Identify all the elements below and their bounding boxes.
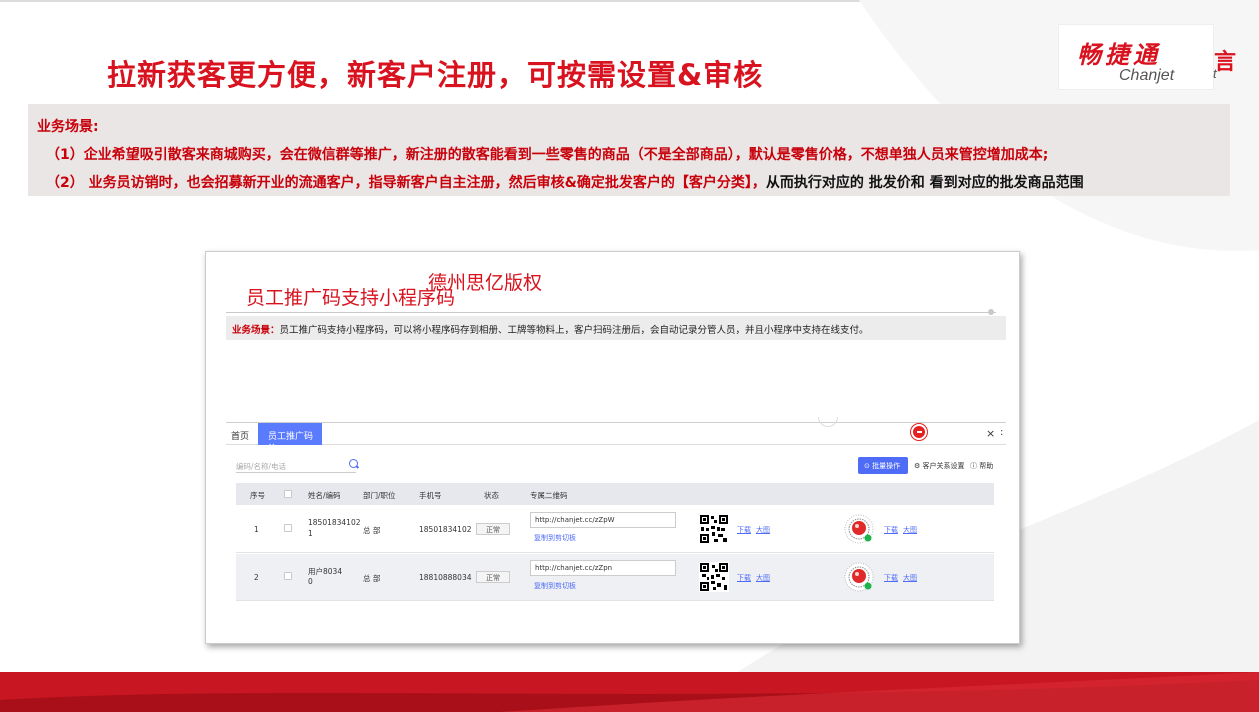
status-badge: 正常 <box>476 571 510 583</box>
slide-title: 拉新获客更方便，新客户注册，可按需设置&审核 <box>107 58 764 92</box>
help-icon: ⓘ <box>970 462 977 470</box>
logo-edge-fragment: 言 <box>1214 50 1237 75</box>
column-header-dept: 部门/职位 <box>363 491 396 500</box>
relation-settings-label: 客户关系设置 <box>922 462 965 470</box>
qr-large-link[interactable]: 大图 <box>756 525 770 535</box>
screenshot-scenario-text: 业务场景：员工推广码支持小程序码，可以将小程序码存到相册、工牌等物料上，客户扫码… <box>232 322 869 336</box>
logo-chinese-text: 畅捷通 <box>1077 40 1161 69</box>
help-link[interactable]: ⓘ 帮助 <box>970 461 993 471</box>
row-name-line1: 18501834102 <box>308 518 361 527</box>
row-phone: 18810888034 <box>419 573 472 582</box>
mini-program-code-icon <box>844 514 874 544</box>
slide: 拉新获客更方便，新客户注册，可按需设置&审核 畅捷通 Chanjet 言 t 业… <box>0 0 1259 712</box>
scenario-line-1: （1）企业希望吸引散客来商城购买，会在微信群等推广，新注册的散客能看到一些零售的… <box>46 147 1049 163</box>
row-dept: 总 部 <box>363 526 381 535</box>
search-icon[interactable] <box>349 459 358 468</box>
row-name-line2: 1 <box>308 529 313 538</box>
qr-code-icon <box>699 514 729 544</box>
promo-url-field[interactable]: http://chanjet.cc/zZpW <box>530 512 676 528</box>
table-row[interactable]: 2 用户8034 0 总 部 18810888034 正常 http://cha… <box>236 554 994 601</box>
customer-relation-settings-link[interactable]: ⚙ 客户关系设置 <box>914 461 965 471</box>
row-dept: 总 部 <box>363 574 381 583</box>
qr-code-icon <box>699 562 729 592</box>
mini-program-code-icon <box>844 562 874 592</box>
batch-operation-label: 批量操作 <box>872 462 901 470</box>
screenshot-title: 员工推广码支持小程序码 <box>246 287 456 309</box>
more-icon[interactable]: : <box>1000 427 1003 438</box>
screenshot-scenario-body: 员工推广码支持小程序码，可以将小程序码存到相册、工牌等物料上，客户扫码注册后，会… <box>279 325 869 336</box>
scenario-line-2-black: 从而执行对应的 批发价和 看到对应的批发商品范围 <box>765 175 1084 191</box>
tab-bar: 首页 员工推广码 × × : <box>226 417 1006 452</box>
row-name-line1: 用户8034 <box>308 567 343 576</box>
tab-home[interactable]: 首页 <box>231 429 249 442</box>
status-badge: 正常 <box>476 523 510 535</box>
title-underline <box>226 312 996 313</box>
mini-large-link[interactable]: 大图 <box>903 525 917 535</box>
embedded-screenshot: 员工推广码支持小程序码 德州思亿版权 业务场景：员工推广码支持小程序码，可以将小… <box>205 251 1020 644</box>
minimize-badge-icon[interactable] <box>911 424 927 440</box>
scenario-line-2: （2） 业务员访销时，也会招募新开业的流通客户，指导新客户自主注册，然后审核&确… <box>46 172 1084 192</box>
qr-download-link[interactable]: 下载 <box>737 573 751 583</box>
scenario-line-2-red: （2） 业务员访销时，也会招募新开业的流通客户，指导新客户自主注册，然后审核&确… <box>46 175 766 191</box>
mini-large-link[interactable]: 大图 <box>903 573 917 583</box>
close-tab-icon[interactable]: × <box>986 427 995 440</box>
promo-url-field[interactable]: http://chanjet.cc/zZpn <box>530 560 676 576</box>
row-name-line2: 0 <box>308 577 313 586</box>
qr-large-link[interactable]: 大图 <box>756 573 770 583</box>
row-checkbox[interactable] <box>284 572 292 580</box>
batch-operation-button[interactable]: ⊙ 批量操作 <box>858 457 908 474</box>
bottom-red-band <box>0 672 1259 712</box>
tab-bar-decoration <box>818 417 838 427</box>
table-row[interactable]: 1 18501834102 1 总 部 18501834102 正常 http:… <box>236 506 994 553</box>
mini-download-link[interactable]: 下载 <box>884 525 898 535</box>
column-header-index: 序号 <box>250 491 265 500</box>
search-input[interactable]: 编码/名称/电话 <box>236 457 356 473</box>
mini-download-link[interactable]: 下载 <box>884 573 898 583</box>
logo-english-text: Chanjet <box>1119 67 1175 84</box>
column-header-name: 姓名/编码 <box>308 491 341 500</box>
row-phone: 18501834102 <box>419 525 472 534</box>
scenario-heading: 业务场景: <box>37 119 99 135</box>
help-label: 帮助 <box>979 462 994 470</box>
copy-to-clipboard-link[interactable]: 复制到剪切板 <box>534 533 576 543</box>
screenshot-scenario-bar: 业务场景：员工推广码支持小程序码，可以将小程序码存到相册、工牌等物料上，客户扫码… <box>226 316 1006 340</box>
table-header: 序号 姓名/编码 部门/职位 手机号 状态 专属二维码 <box>236 483 994 505</box>
copyright-watermark: 德州思亿版权 <box>428 272 543 294</box>
logo-edge-fragment-en: t <box>1213 66 1217 81</box>
column-header-qrcode: 专属二维码 <box>530 491 568 500</box>
row-index: 1 <box>254 525 259 534</box>
qr-download-link[interactable]: 下载 <box>737 525 751 535</box>
underline-dot <box>988 309 994 315</box>
tab-employee-promo-code[interactable]: 员工推广码 × <box>258 423 322 452</box>
business-scenario-box: 业务场景: （1）企业希望吸引散客来商城购买，会在微信群等推广，新注册的散客能看… <box>28 104 1230 196</box>
promo-code-table: 序号 姓名/编码 部门/职位 手机号 状态 专属二维码 1 1850183410… <box>236 483 994 603</box>
column-header-status: 状态 <box>484 491 499 500</box>
select-all-checkbox[interactable] <box>284 490 292 498</box>
copy-to-clipboard-link[interactable]: 复制到剪切板 <box>534 581 576 591</box>
column-header-phone: 手机号 <box>419 491 442 500</box>
gear-icon: ⚙ <box>914 462 921 470</box>
app-window: 首页 员工推广码 × × : 编码/名称/电话 ⊙ 批量操作 ⚙ 客户关系设置 … <box>226 417 1006 622</box>
row-checkbox[interactable] <box>284 524 292 532</box>
chanjet-logo: 畅捷通 Chanjet <box>1058 24 1214 90</box>
row-index: 2 <box>254 573 259 582</box>
screenshot-scenario-label: 业务场景： <box>232 325 280 336</box>
